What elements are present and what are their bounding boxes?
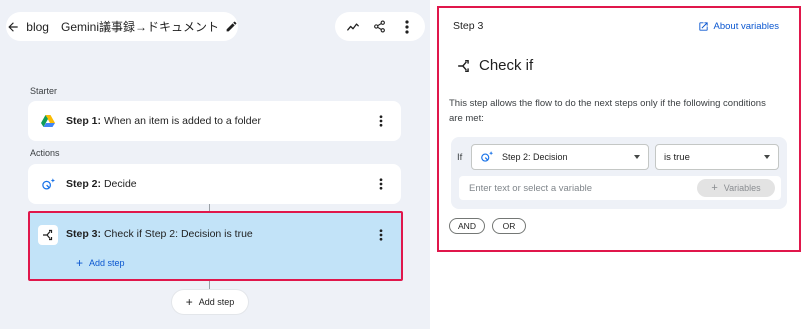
actions-label: Actions: [30, 148, 60, 158]
step-1-text: Step 1: When an item is added to a folde…: [66, 115, 261, 127]
variable-select-value: Step 2: Decision: [502, 152, 568, 162]
variables-button[interactable]: + Variables: [697, 179, 775, 197]
connector-line: [209, 281, 210, 290]
panel-description: This step allows the flow to do the next…: [449, 98, 766, 124]
pencil-icon[interactable]: [225, 17, 238, 37]
chevron-down-icon: [634, 155, 640, 159]
open-external-icon: [698, 22, 708, 31]
step-1-card[interactable]: Step 1: When an item is added to a folde…: [28, 101, 401, 141]
flow-title[interactable]: blog Gemini議事録→ドキュメント: [26, 18, 219, 35]
if-label: If: [457, 152, 463, 163]
panel-step-label: Step 3: [453, 20, 484, 32]
step-2-card[interactable]: Step 2: Decide: [28, 164, 401, 204]
plus-icon: +: [76, 256, 84, 270]
step-3-text: Step 3: Check if Step 2: Decision is tru…: [66, 228, 253, 240]
condition-row: If Step 2: Decision is true + Variables: [451, 137, 787, 209]
chevron-down-icon: [764, 155, 770, 159]
more-vert-icon[interactable]: [396, 16, 418, 38]
google-drive-icon: [40, 113, 56, 129]
step-config-panel: Step 3 About variables Check if This ste…: [437, 6, 801, 252]
condition-value-input[interactable]: [469, 182, 679, 194]
check-if-icon: [458, 59, 469, 72]
gemini-decide-icon: [40, 176, 56, 192]
flow-canvas: blog Gemini議事録→ドキュメント Starter Step 1: Wh…: [0, 0, 430, 329]
and-button[interactable]: AND: [449, 218, 485, 234]
step-3-add-step-link[interactable]: + Add step: [76, 256, 125, 270]
add-step-button[interactable]: + Add step: [172, 290, 248, 314]
step-2-more-icon[interactable]: [375, 176, 387, 192]
gemini-decide-icon: [481, 151, 494, 162]
variable-select[interactable]: Step 2: Decision: [471, 144, 649, 170]
flow-title-bar: blog Gemini議事録→ドキュメント: [6, 12, 238, 41]
plus-icon: +: [185, 295, 193, 309]
plus-icon: +: [711, 182, 718, 194]
connector-line: [209, 204, 210, 211]
share-icon[interactable]: [369, 16, 391, 38]
step-2-text: Step 2: Decide: [66, 178, 137, 190]
starter-label: Starter: [30, 86, 58, 96]
condition-value-field: + Variables: [459, 176, 781, 200]
check-if-icon: [38, 225, 58, 245]
step-3-card[interactable]: Step 3: Check if Step 2: Decision is tru…: [28, 211, 403, 281]
operator-select[interactable]: is true: [655, 144, 779, 170]
step-1-more-icon[interactable]: [375, 113, 387, 129]
panel-title: Check if: [479, 57, 534, 74]
or-button[interactable]: OR: [492, 218, 526, 234]
step-3-more-icon[interactable]: [375, 227, 387, 243]
about-variables-link[interactable]: About variables: [698, 21, 779, 32]
operator-select-value: is true: [664, 151, 690, 163]
back-arrow-icon[interactable]: [6, 12, 20, 41]
activity-icon[interactable]: [342, 16, 364, 38]
flow-actions: [335, 12, 425, 41]
panel-heading: Check if: [457, 57, 533, 74]
